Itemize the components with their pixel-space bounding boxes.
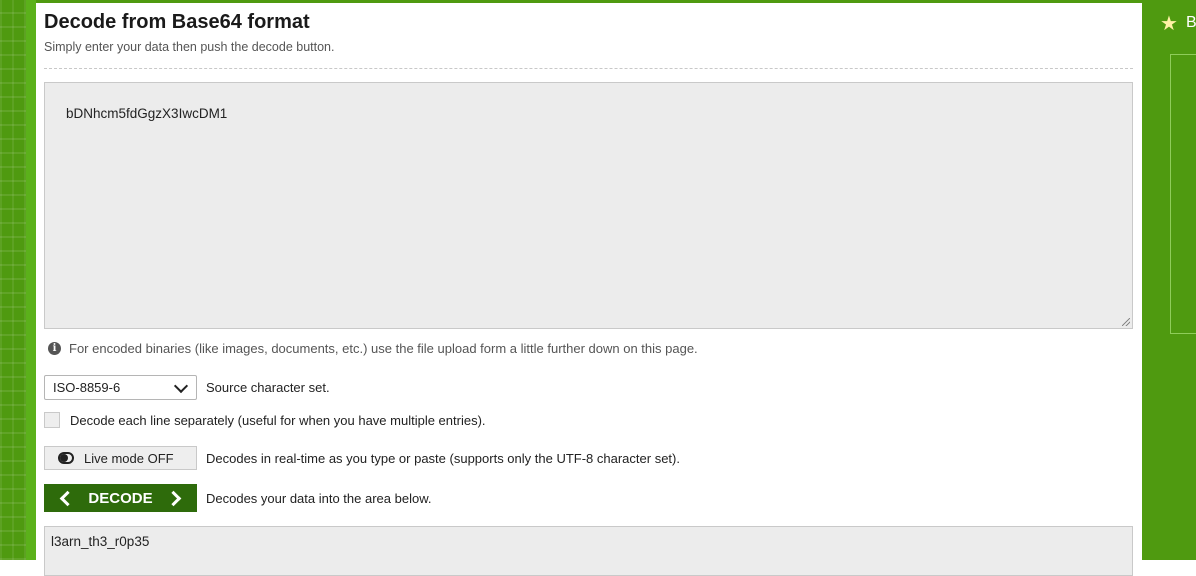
right-sidebar: ★ B [1142,0,1196,560]
charset-row: ISO-8859-6 Source character set. [44,375,330,400]
decode-description: Decodes your data into the area below. [206,490,432,506]
charset-selected-value: ISO-8859-6 [53,380,121,395]
output-text: l3arn_th3_r0p35 [51,534,150,549]
info-icon: i [48,342,61,355]
chevron-left-icon [59,490,76,506]
decode-lines-label[interactable]: Decode each line separately (useful for … [70,413,486,428]
decode-row: DECODE Decodes your data into the area b… [44,484,431,512]
live-mode-button[interactable]: Live mode OFF [44,446,197,470]
decoder-panel: Decode from Base64 format Simply enter y… [36,0,1142,576]
line-mode-row: Decode each line separately (useful for … [44,412,486,428]
toggle-icon [58,452,74,464]
decoded-output-textarea[interactable]: l3arn_th3_r0p35 [44,526,1133,576]
input-text: bDNhcm5fdGgzX3IwcDM1 [66,106,228,121]
sidebar-box [1170,54,1196,334]
left-decorative-strip [0,0,36,560]
resize-handle-icon[interactable] [1122,318,1130,326]
background-stripe [26,0,36,560]
sidebar-label-partial[interactable]: B [1186,15,1196,31]
star-icon: ★ [1160,13,1178,35]
live-mode-label: Live mode OFF [84,450,174,466]
decode-button[interactable]: DECODE [44,484,197,512]
decode-lines-checkbox[interactable] [44,412,60,428]
live-mode-row: Live mode OFF Decodes in real-time as yo… [44,446,680,470]
page-subtitle: Simply enter your data then push the dec… [44,40,335,54]
upload-info: i For encoded binaries (like images, doc… [48,341,698,356]
chevron-down-icon [173,378,189,393]
page-title: Decode from Base64 format [44,11,310,33]
charset-label: Source character set. [206,380,330,395]
decode-button-label: DECODE [88,489,153,507]
charset-select[interactable]: ISO-8859-6 [44,375,197,400]
upload-info-text: For encoded binaries (like images, docum… [69,341,698,356]
live-mode-description: Decodes in real-time as you type or past… [206,450,680,466]
divider [44,68,1133,69]
base64-input-textarea[interactable]: bDNhcm5fdGgzX3IwcDM1 [44,82,1133,329]
chevron-right-icon [165,490,182,506]
